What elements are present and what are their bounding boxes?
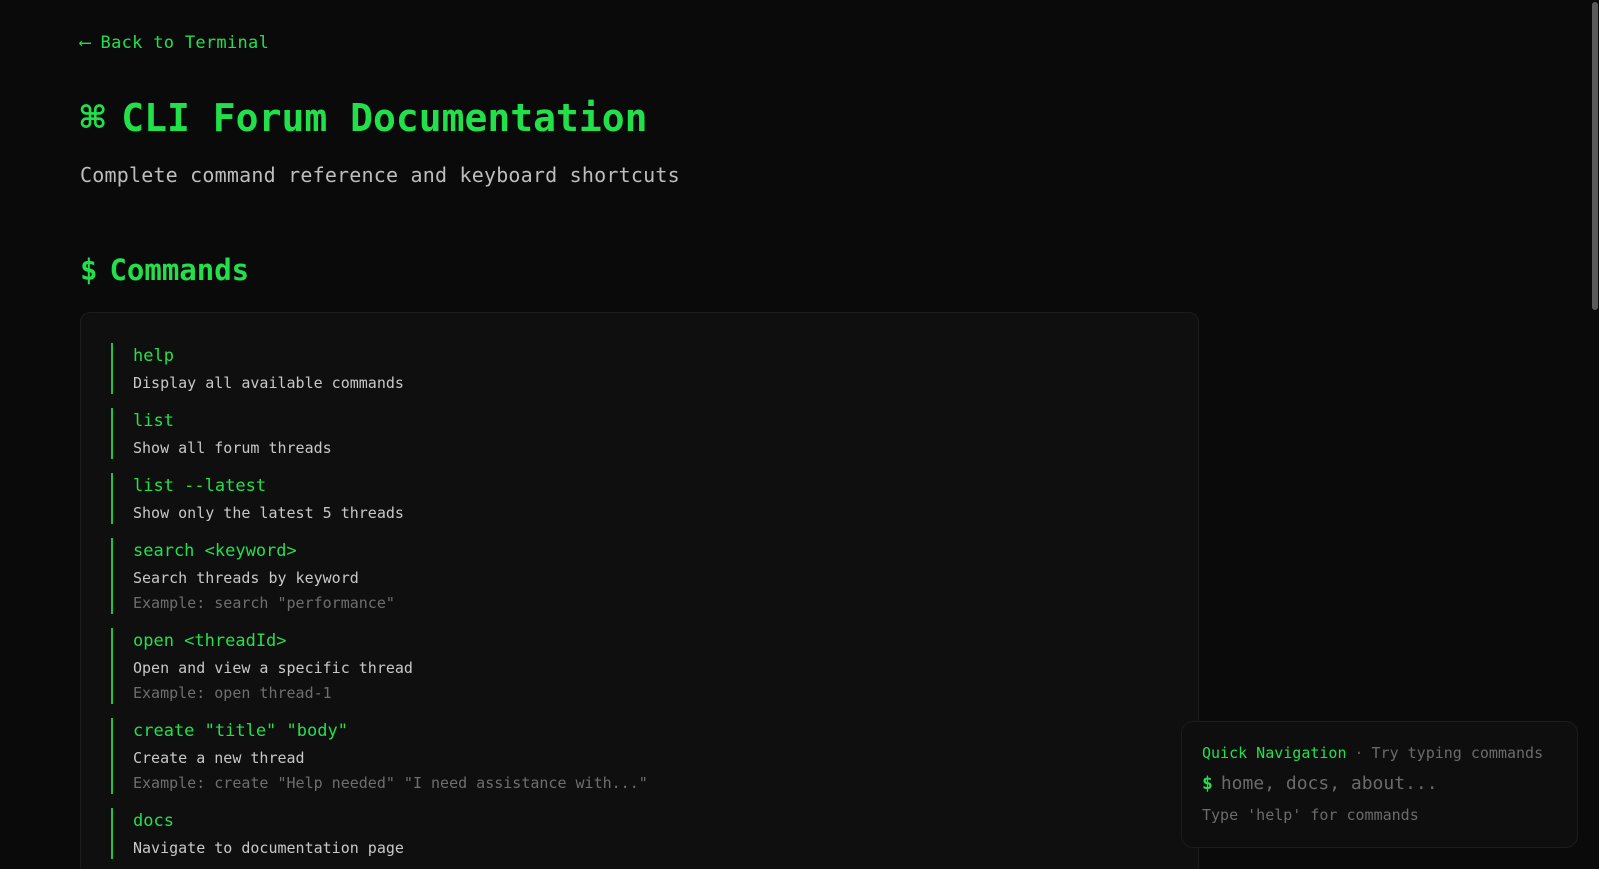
page-title-text: CLI Forum Documentation bbox=[121, 96, 648, 140]
scrollbar-thumb[interactable] bbox=[1592, 2, 1598, 310]
quick-nav-header: Quick Navigation · Try typing commands bbox=[1202, 742, 1557, 764]
command-name: docs bbox=[133, 811, 174, 831]
command-example: Example: open thread-1 bbox=[133, 684, 332, 702]
docs-page: ⟵ Back to Terminal ⌘ CLI Forum Documenta… bbox=[0, 0, 1599, 869]
page-scrollbar[interactable] bbox=[1591, 0, 1599, 869]
quick-nav-hint: Try typing commands bbox=[1371, 744, 1544, 762]
command-item: open <threadId> Open and view a specific… bbox=[111, 628, 1168, 704]
command-description: Open and view a specific thread bbox=[133, 659, 413, 677]
back-to-terminal-link[interactable]: ⟵ Back to Terminal bbox=[80, 33, 269, 53]
command-item: list Show all forum threads bbox=[111, 408, 1168, 459]
command-name: list bbox=[133, 411, 174, 431]
command-name: search <keyword> bbox=[133, 541, 297, 561]
quick-nav-footer: Type 'help' for commands bbox=[1202, 806, 1419, 824]
command-item: help Display all available commands bbox=[111, 343, 1168, 394]
quick-navigation-panel: Quick Navigation · Try typing commands $ T… bbox=[1181, 721, 1578, 848]
commands-section-title: $ Commands bbox=[80, 253, 249, 287]
commands-card: help Display all available commands list… bbox=[80, 312, 1199, 869]
command-description: Search threads by keyword bbox=[133, 569, 359, 587]
command-description: Display all available commands bbox=[133, 374, 404, 392]
command-item: docs Navigate to documentation page bbox=[111, 808, 1168, 859]
command-name: list --latest bbox=[133, 476, 267, 496]
command-item: create "title" "body" Create a new threa… bbox=[111, 718, 1168, 794]
quick-nav-title: Quick Navigation bbox=[1202, 744, 1347, 762]
command-name: open <threadId> bbox=[133, 631, 287, 651]
quick-nav-prompt-row: $ bbox=[1202, 773, 1557, 794]
command-input[interactable] bbox=[1220, 773, 1541, 794]
command-item: search <keyword> Search threads by keywo… bbox=[111, 538, 1168, 614]
command-example: Example: search "performance" bbox=[133, 594, 395, 612]
page-subtitle: Complete command reference and keyboard … bbox=[80, 163, 680, 187]
command-key-icon: ⌘ bbox=[80, 93, 106, 142]
dollar-prompt-icon: $ bbox=[80, 253, 98, 287]
commands-section-label: Commands bbox=[109, 253, 250, 287]
command-description: Show only the latest 5 threads bbox=[133, 504, 404, 522]
command-name: create "title" "body" bbox=[133, 721, 348, 741]
command-name: help bbox=[133, 346, 174, 366]
command-description: Create a new thread bbox=[133, 749, 305, 767]
dollar-prompt-icon: $ bbox=[1202, 773, 1213, 794]
command-description: Navigate to documentation page bbox=[133, 839, 404, 857]
command-description: Show all forum threads bbox=[133, 439, 332, 457]
arrow-left-icon: ⟵ bbox=[80, 33, 91, 53]
back-link-label: Back to Terminal bbox=[100, 33, 270, 53]
command-item: list --latest Show only the latest 5 thr… bbox=[111, 473, 1168, 524]
page-title: ⌘ CLI Forum Documentation bbox=[80, 96, 648, 140]
command-example: Example: create "Help needed" "I need as… bbox=[133, 774, 648, 792]
quick-nav-separator: · bbox=[1354, 744, 1364, 762]
